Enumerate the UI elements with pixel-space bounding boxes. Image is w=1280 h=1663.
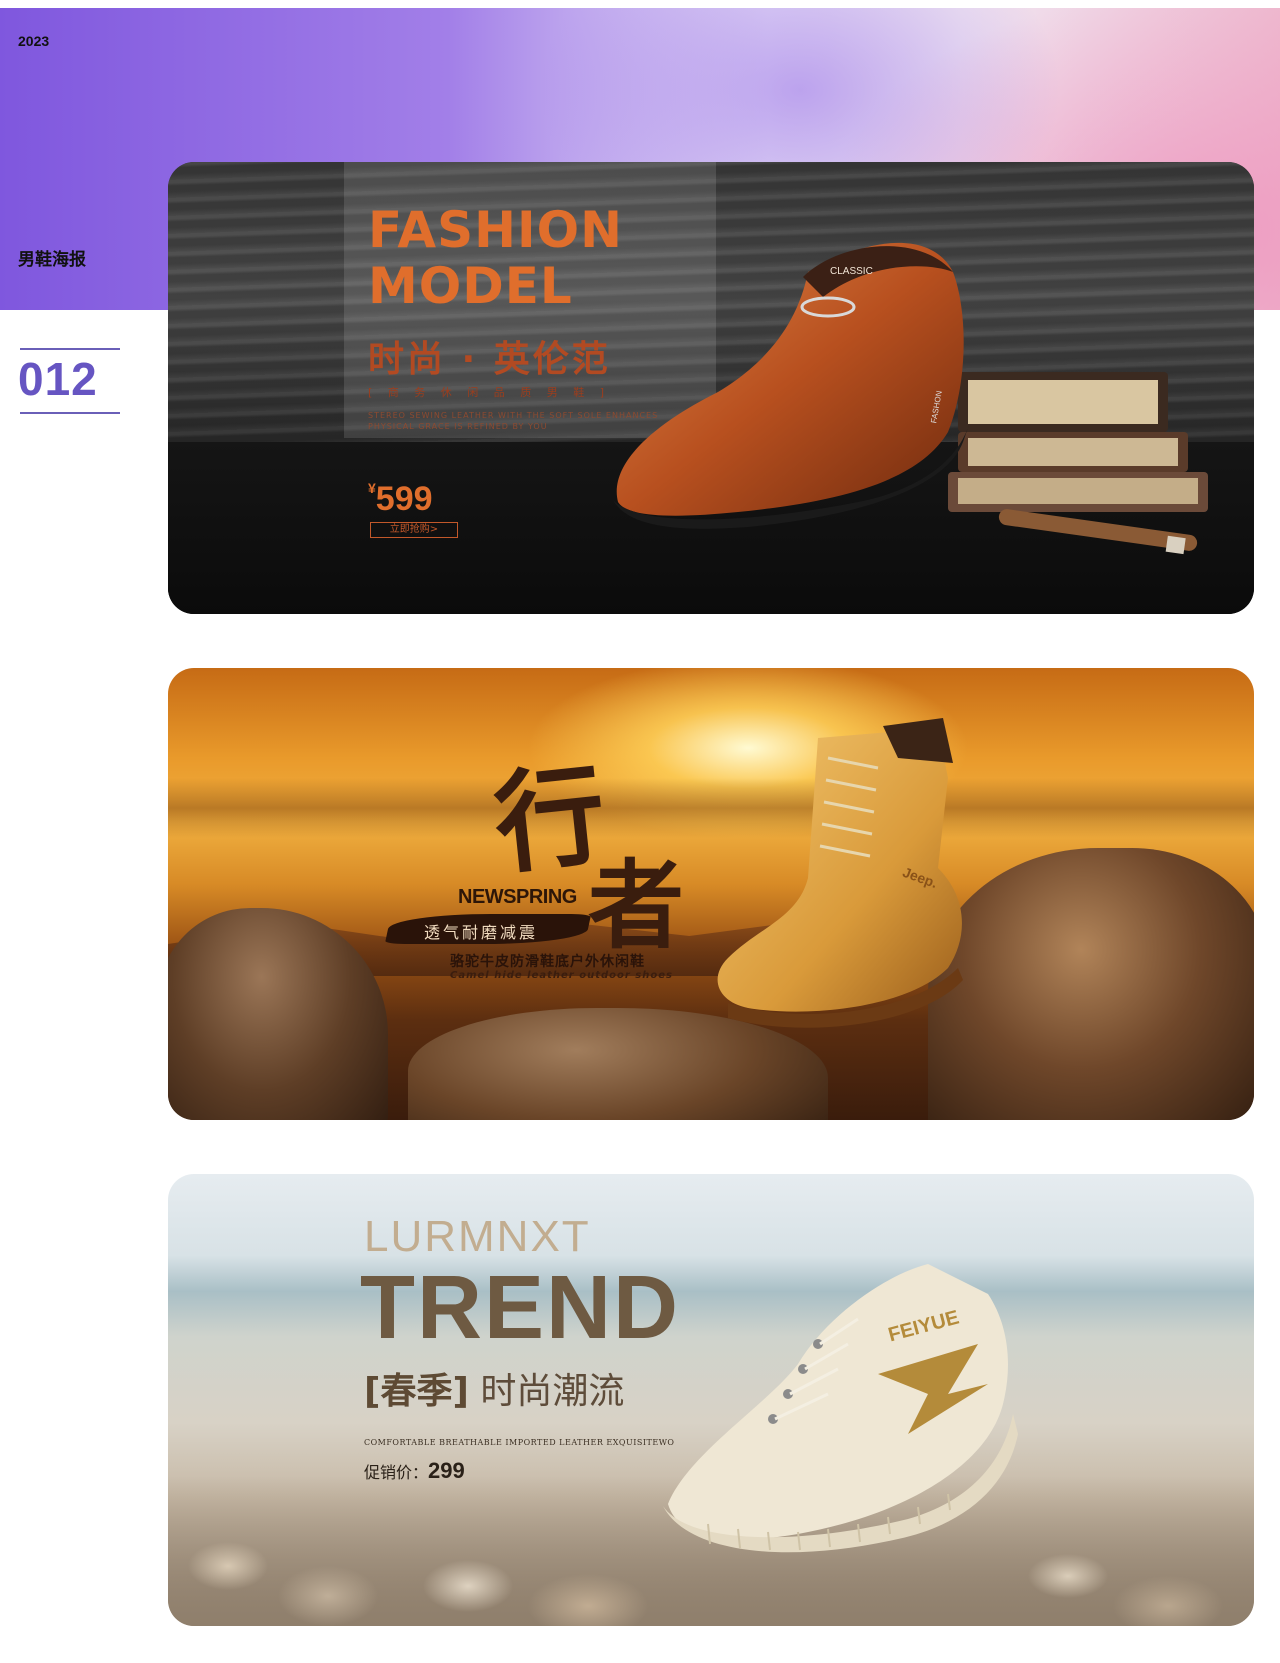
- product-name-cn: 骆驼牛皮防滑鞋底户外休闲鞋: [450, 954, 645, 970]
- poster-number: 012: [18, 353, 98, 405]
- category-title: 男鞋海报: [18, 250, 86, 270]
- leather-loafer-icon: CLASSIC FASHON: [613, 242, 970, 529]
- newspring-label: NEWSPRING: [458, 886, 577, 908]
- banner-fashion-model[interactable]: FASHION MODEL 时尚 · 英伦范 [ 商 务 休 闲 品 质 男 鞋…: [168, 162, 1254, 614]
- banner-lurmnxt-trend[interactable]: LURMNXT TREND [春季] 时尚潮流 COMFORTABLE BREA…: [168, 1174, 1254, 1626]
- headline-line-1: FASHION: [368, 201, 623, 259]
- currency-symbol: ¥: [368, 480, 376, 496]
- subtitle: [ 商 务 休 闲 品 质 男 鞋 ]: [368, 386, 611, 399]
- year-label: 2023: [18, 33, 50, 49]
- feature-label: 透气耐磨减震: [424, 923, 539, 942]
- season-tag: [春季]: [364, 1371, 469, 1412]
- english-copy: COMFORTABLE BREATHABLE IMPORTED LEATHER …: [364, 1438, 675, 1447]
- canvas-sneaker-icon: FEIYUE: [663, 1264, 1018, 1553]
- buy-now-button[interactable]: 立即抢购>: [370, 522, 458, 538]
- headline-line-2: MODEL: [368, 257, 573, 315]
- price: ¥599: [368, 480, 433, 519]
- season-title: [春季] 时尚潮流: [364, 1362, 624, 1414]
- product-name-en: Camel hide leather outdoor shoes: [450, 970, 673, 981]
- trend-headline: TREND: [360, 1258, 680, 1358]
- banner-newspring[interactable]: 行 者 NEWSPRING 透气耐磨减震 骆驼牛皮防滑鞋底户外休闲鞋 Camel…: [168, 668, 1254, 1120]
- calligraphy-char-2: 者: [588, 849, 684, 962]
- price-label: 促销价：: [364, 1463, 429, 1482]
- work-boot-icon: Jeep.: [717, 718, 963, 1028]
- top-white-strip: [0, 0, 1280, 8]
- promo-price: 促销价：299: [364, 1458, 465, 1484]
- brand-label: LURMNXT: [364, 1212, 591, 1261]
- shoe-tongue-text: CLASSIC: [830, 266, 873, 277]
- fashion-model-headline: FASHION MODEL: [368, 202, 623, 314]
- price-value: 299: [428, 1458, 465, 1483]
- chinese-title: 时尚 · 英伦范: [368, 339, 611, 380]
- poster-page: 2023 男鞋海报 012 FASHION MODEL 时尚 · 英伦范 [ 商…: [0, 0, 1280, 1663]
- chinese-title: 时尚潮流: [480, 1371, 625, 1412]
- price-value: 599: [375, 480, 433, 518]
